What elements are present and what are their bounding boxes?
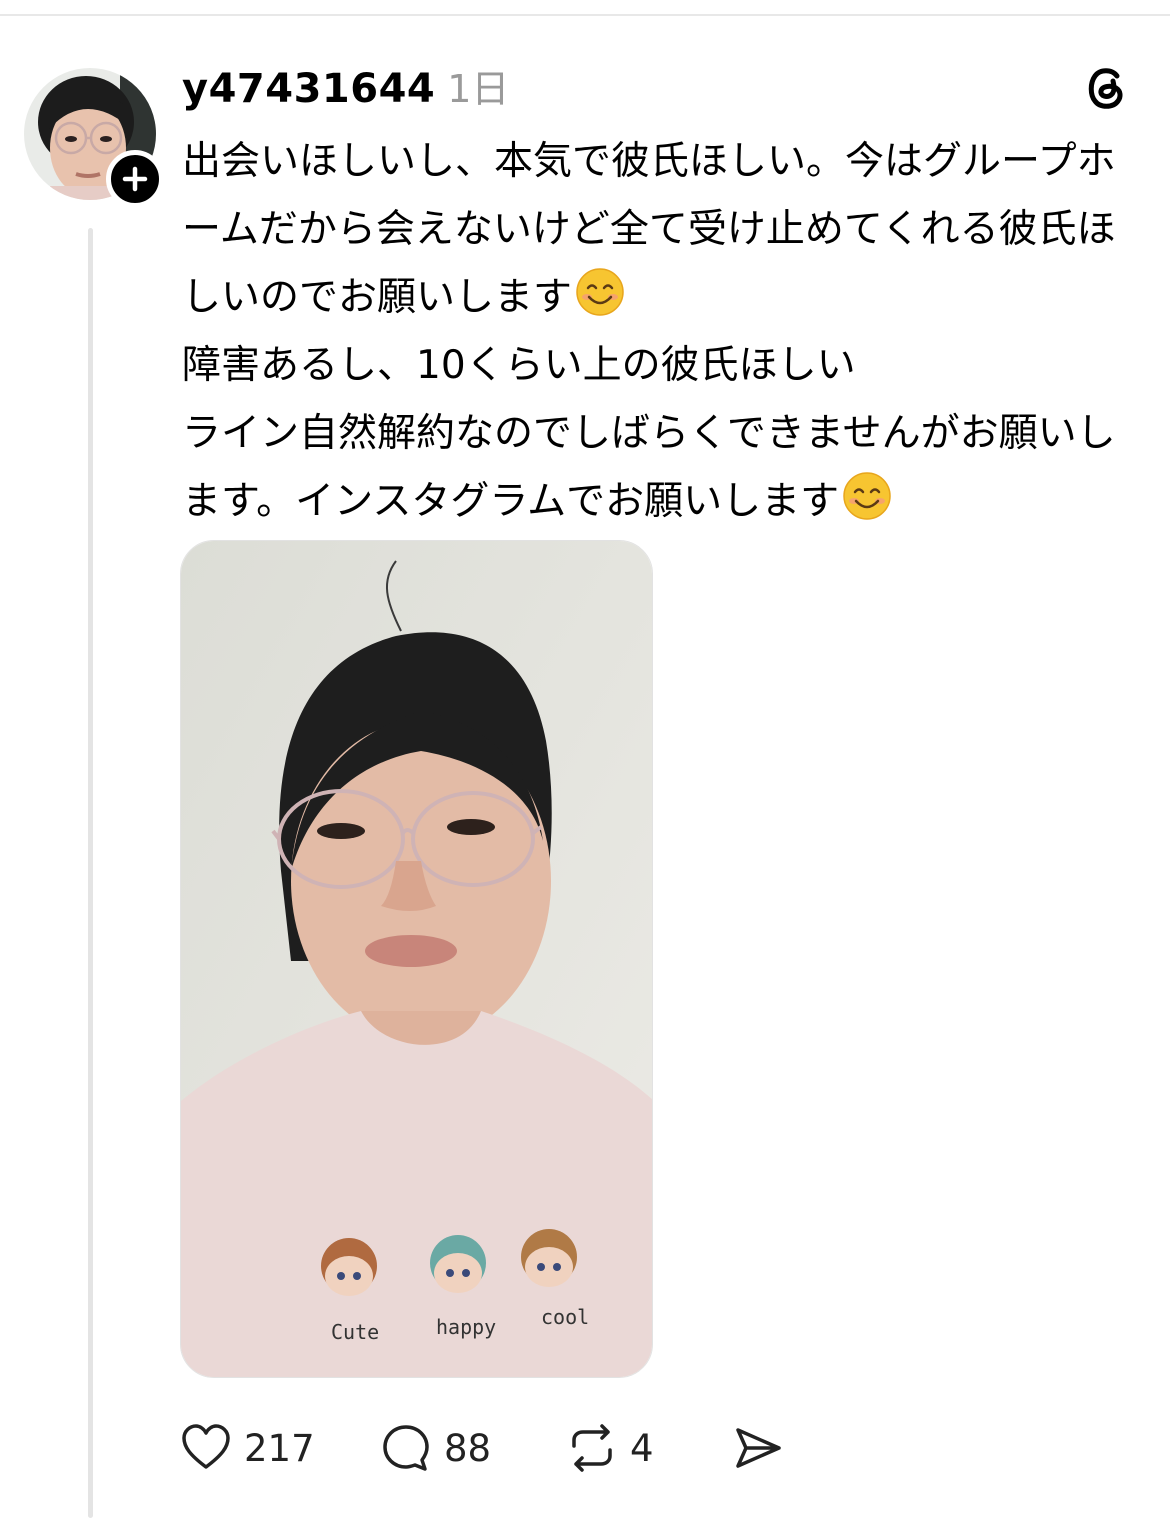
post-timestamp: 1日 xyxy=(447,67,510,111)
share-button[interactable] xyxy=(732,1418,784,1478)
post-paragraph: ライン自然解約なのでしばらくできませんがお願いします。インスタグラムでお願いしま… xyxy=(182,400,1132,536)
top-divider xyxy=(0,14,1170,16)
smiling-face-emoji-icon xyxy=(843,472,891,520)
post-body: 出会いほしいし、本気で彼氏ほしい。今はグループホームだから会えないけど全て受け止… xyxy=(182,128,1132,536)
selfie-photo: Cute happy cool xyxy=(181,541,652,1377)
reply-count: 88 xyxy=(444,1426,492,1470)
paragraph-text: 障害あるし、10くらい上の彼氏ほしい xyxy=(182,343,856,388)
repost-arrows-icon xyxy=(572,1424,612,1472)
repost-button[interactable]: 4 xyxy=(566,1418,654,1478)
smiling-face-emoji-icon xyxy=(576,268,624,316)
comment-bubble-icon xyxy=(383,1425,429,1471)
reply-button[interactable]: 88 xyxy=(380,1418,491,1478)
post-paragraph: 障害あるし、10くらい上の彼氏ほしい xyxy=(182,332,1132,400)
post-header: y47431644 1日 xyxy=(182,58,510,112)
paragraph-text: 出会いほしいし、本気で彼氏ほしい。今はグループホームだから会えないけど全て受け止… xyxy=(182,139,1116,320)
shirt-print-text: cool xyxy=(541,1305,589,1329)
username-link[interactable]: y47431644 xyxy=(182,66,435,112)
threads-logo-icon[interactable] xyxy=(1080,62,1132,114)
heart-icon xyxy=(182,1424,230,1469)
like-button[interactable]: 217 xyxy=(180,1418,315,1478)
repost-count: 4 xyxy=(630,1426,654,1470)
send-icon xyxy=(736,1428,781,1468)
follow-button[interactable] xyxy=(106,150,164,208)
plus-icon xyxy=(122,166,148,192)
post-paragraph: 出会いほしいし、本気で彼氏ほしい。今はグループホームだから会えないけど全て受け止… xyxy=(182,128,1132,332)
like-count: 217 xyxy=(244,1426,315,1470)
shirt-print-text: happy xyxy=(436,1315,496,1339)
paragraph-text: ライン自然解約なのでしばらくできませんがお願いします。インスタグラムでお願いしま… xyxy=(182,411,1116,524)
shirt-print-text: Cute xyxy=(331,1320,379,1344)
post-image[interactable]: Cute happy cool xyxy=(180,540,653,1378)
thread-line xyxy=(88,228,93,1518)
